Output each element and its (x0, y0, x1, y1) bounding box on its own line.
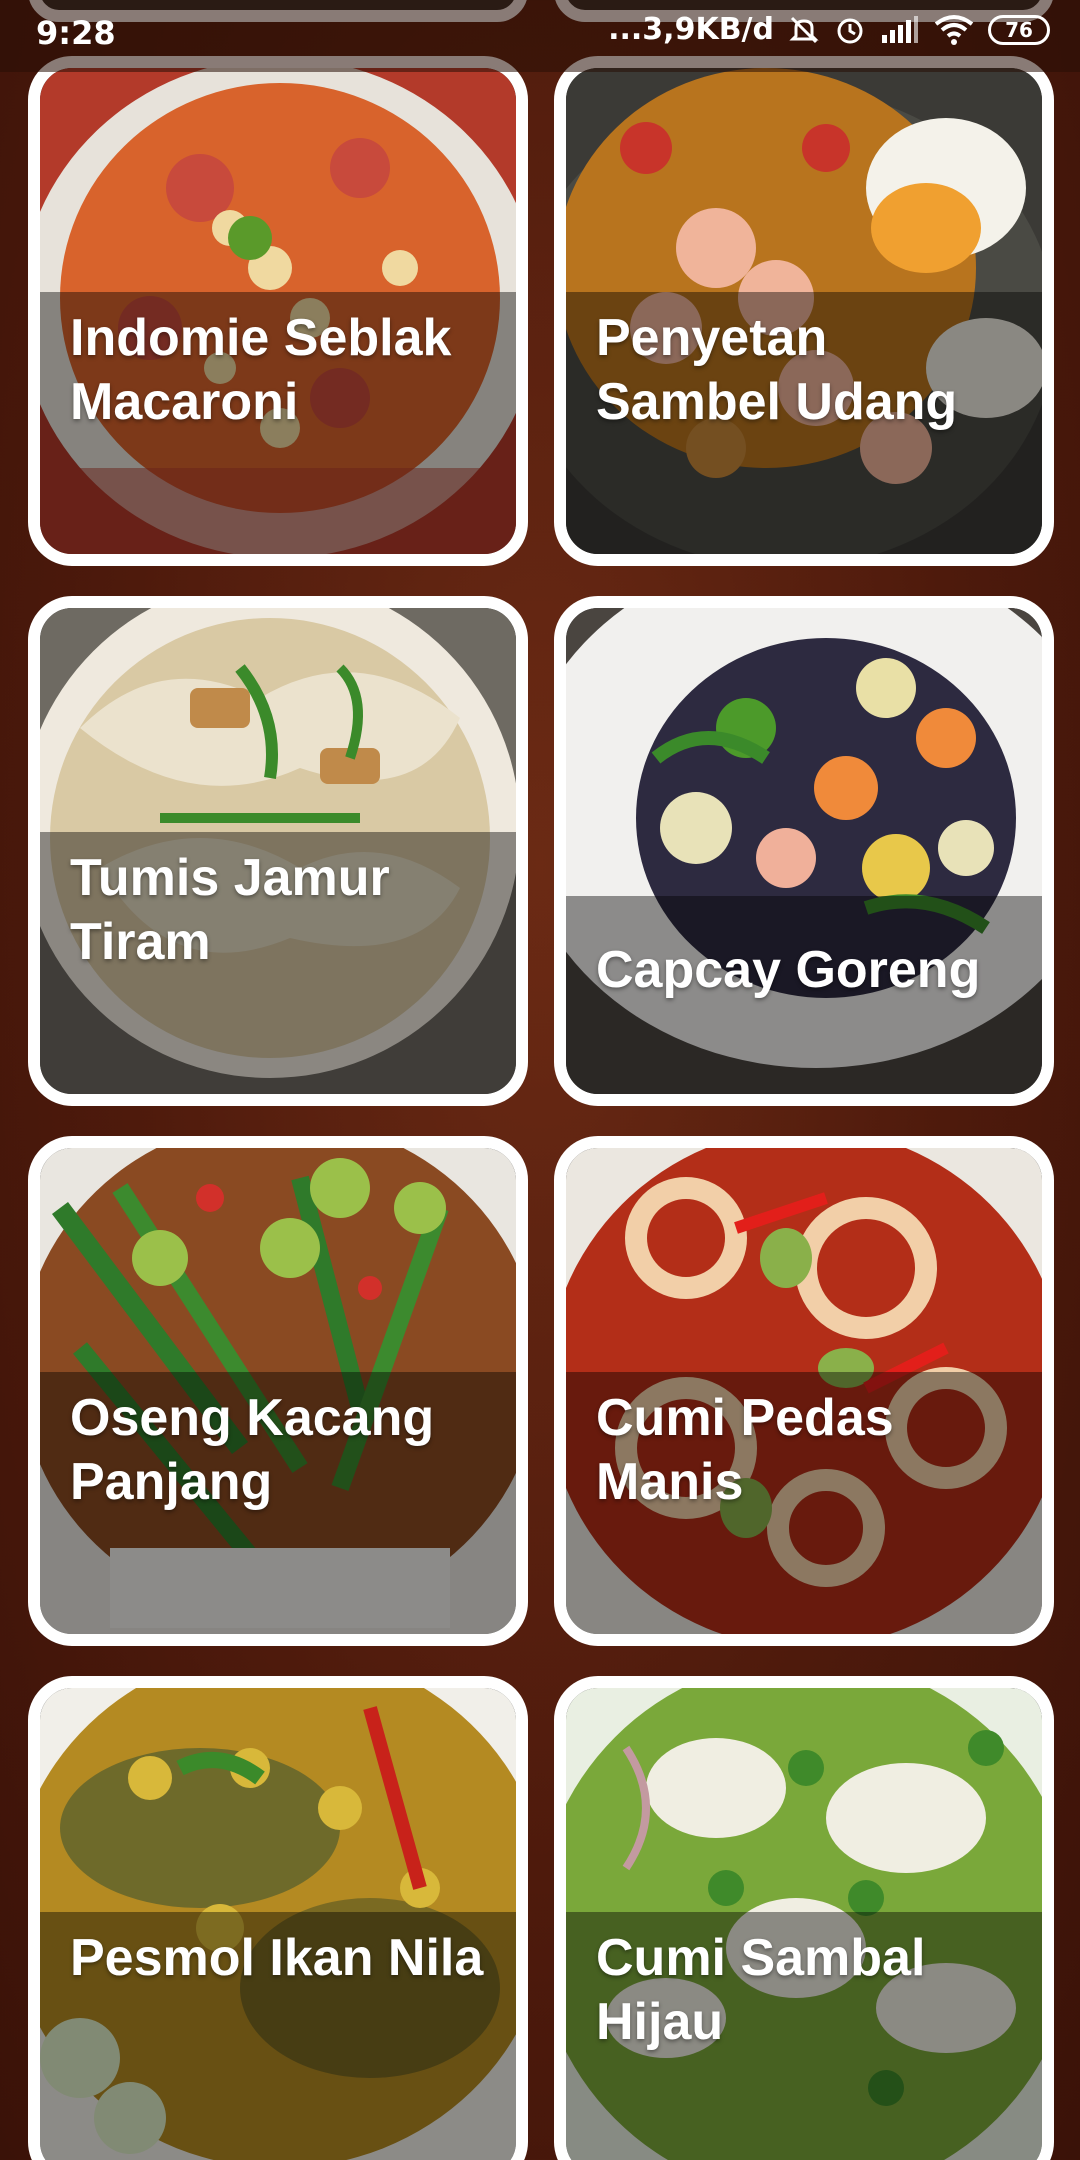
recipe-card[interactable]: Penyetan Sambel Udang (554, 56, 1054, 566)
recipe-card[interactable]: Cumi Sambal Hijau (554, 1676, 1054, 2160)
recipe-card[interactable]: Pesmol Ikan Nila (28, 1676, 528, 2160)
recipe-title: Penyetan Sambel Udang (596, 309, 958, 431)
recipe-card[interactable]: Capcay Goreng (554, 596, 1054, 1106)
battery-icon: 76 (988, 14, 1050, 45)
status-time: 9:28 (36, 14, 116, 52)
battery-level: 76 (1005, 17, 1033, 42)
recipe-title: Pesmol Ikan Nila (70, 1929, 484, 1987)
status-bar: 9:28 ...3,9KB/d 76 (0, 0, 1080, 72)
recipe-title: Indomie Seblak Macaroni (70, 309, 452, 431)
recipe-title: Oseng Kacang Panjang (70, 1389, 435, 1511)
wifi-icon (934, 14, 974, 46)
recipe-title: Cumi Sambal Hijau (596, 1929, 926, 2051)
recipe-card[interactable]: Indomie Seblak Macaroni (28, 56, 528, 566)
recipe-card[interactable]: Oseng Kacang Panjang (28, 1136, 528, 1646)
recipe-title: Cumi Pedas Manis (596, 1389, 894, 1511)
status-icons: ...3,9KB/d 76 (608, 12, 1050, 47)
recipe-title: Capcay Goreng (596, 941, 981, 999)
recipe-title: Tumis Jamur Tiram (70, 849, 390, 971)
recipe-card[interactable]: Cumi Pedas Manis (554, 1136, 1054, 1646)
alarm-icon (834, 14, 866, 46)
network-speed: ...3,9KB/d (608, 12, 774, 47)
recipe-card[interactable]: Tumis Jamur Tiram (28, 596, 528, 1106)
mute-icon (788, 14, 820, 46)
signal-icon (880, 15, 920, 45)
